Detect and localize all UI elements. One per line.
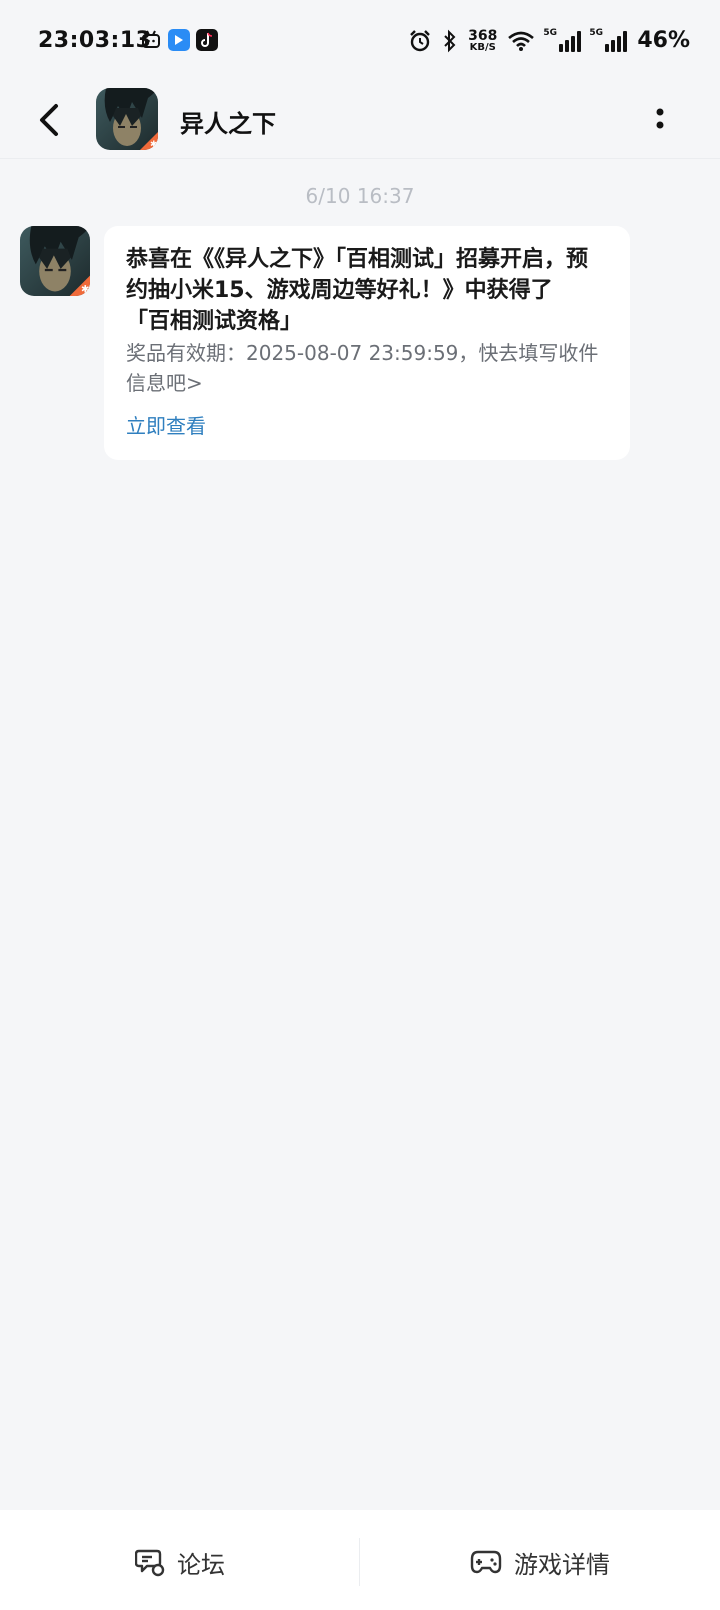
more-button[interactable] xyxy=(648,104,672,134)
signal-icon: 5G xyxy=(543,28,582,52)
message-timestamp: 6/10 16:37 xyxy=(305,184,415,208)
status-time: 23:03:13 xyxy=(38,28,152,53)
back-button[interactable] xyxy=(32,100,72,140)
svg-text:✱: ✱ xyxy=(81,285,90,296)
status-app-icons xyxy=(140,29,218,51)
bottom-bar: 论坛 游戏详情 xyxy=(0,1510,720,1610)
status-bar: 23:03:13 368 KB/S 5G 5G 46% xyxy=(0,0,720,86)
svg-text:✱: ✱ xyxy=(150,140,158,150)
bilibili-icon xyxy=(140,29,162,51)
tab-forum-label: 论坛 xyxy=(177,1550,225,1579)
battery-level: 46% xyxy=(637,28,690,53)
message-title: 恭喜在《《异人之下》「百相测试」招募开启，预约抽小米15、游戏周边等好礼！》中获… xyxy=(126,247,589,334)
app-blue-icon xyxy=(168,29,190,51)
net-speed: 368 KB/S xyxy=(468,27,498,53)
alarm-icon xyxy=(410,29,430,51)
signal-icon: 5G xyxy=(589,28,628,52)
view-now-link[interactable]: 立即查看 xyxy=(126,410,206,439)
sender-avatar[interactable]: ✱ xyxy=(20,226,90,296)
chevron-left-icon xyxy=(40,104,58,136)
tab-game-details-label: 游戏详情 xyxy=(514,1550,610,1579)
page-title: 异人之下 xyxy=(180,110,276,138)
forum-icon xyxy=(135,1549,165,1577)
gamepad-icon xyxy=(470,1550,502,1574)
chat-header: ✱ 异人之下 xyxy=(0,86,720,159)
more-vertical-icon xyxy=(656,108,664,129)
status-right: 368 KB/S 5G 5G 46% xyxy=(408,28,690,53)
game-avatar[interactable]: ✱ xyxy=(96,88,158,150)
bluetooth-icon xyxy=(444,29,456,52)
message-description[interactable]: 奖品有效期：2025-08-07 23:59:59，快去填写收件信息吧> xyxy=(126,338,604,398)
bottom-divider xyxy=(359,1538,360,1586)
tiktok-icon xyxy=(196,29,218,51)
wifi-icon xyxy=(508,31,535,51)
tab-forum[interactable]: 论坛 xyxy=(135,1538,225,1586)
tab-game-details[interactable]: 游戏详情 xyxy=(470,1538,610,1586)
message-card[interactable]: 恭喜在《《异人之下》「百相测试」招募开启，预约抽小米15、游戏周边等好礼！》中获… xyxy=(104,226,630,460)
